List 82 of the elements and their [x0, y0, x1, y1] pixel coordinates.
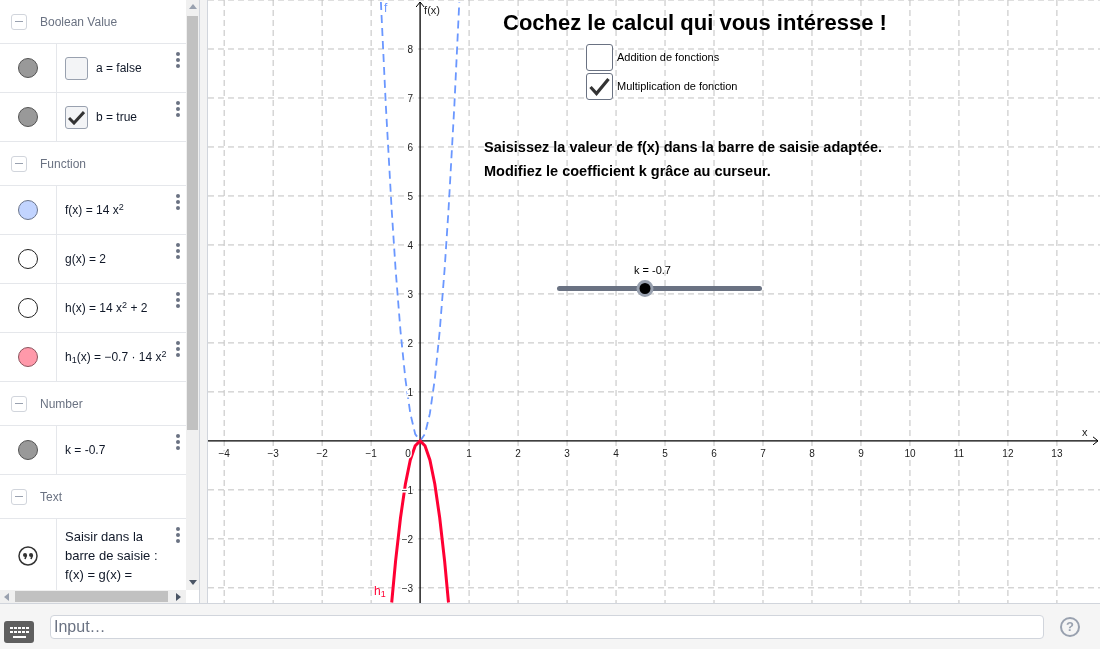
checkbox[interactable]: [65, 56, 88, 80]
section-header: Function: [40, 155, 87, 173]
checkbox[interactable]: [65, 105, 88, 129]
curve-label: h$_{1}$: [374, 585, 386, 597]
origin-label: 0: [405, 447, 411, 459]
collapse-toggle[interactable]: [11, 155, 27, 172]
slider-label: k = -0.7: [634, 263, 671, 278]
instruction-text: Modifiez le coefficient k grâce au curseur.: [484, 162, 771, 181]
curve-label: f: [384, 2, 388, 14]
tick-label: −4: [218, 447, 230, 459]
boolean-value: a = false: [96, 60, 142, 77]
scrollbar-thumb[interactable]: [15, 591, 168, 602]
tick-label: 9: [858, 447, 864, 459]
axis-label: f(x): [424, 4, 440, 16]
checkbox[interactable]: [586, 73, 613, 100]
heading: Cochez le calcul qui vous intéresse !: [503, 9, 887, 37]
collapse-toggle[interactable]: [11, 395, 27, 412]
collapse-toggle[interactable]: [11, 13, 27, 30]
visibility-toggle[interactable]: [18, 107, 38, 127]
text-object: Saisir dans la barre de saisie : f(x) = g(x) =: [65, 528, 159, 584]
tick-label: 12: [1002, 447, 1014, 459]
function-definition: h(x) = 14 x$^{2}$ + 2: [65, 299, 148, 317]
more-options-icon[interactable]: [176, 243, 180, 259]
more-options-icon[interactable]: [176, 527, 180, 543]
quote-icon[interactable]: [18, 545, 38, 566]
tick-label: 4: [407, 239, 414, 251]
more-options-icon[interactable]: [176, 341, 180, 357]
tick-label: 3: [407, 288, 414, 300]
function-definition: f(x) = 14 x$^{2}$: [65, 201, 124, 219]
tick-label: −1: [365, 447, 377, 459]
tick-label: −3: [401, 582, 414, 594]
tick-label: 6: [407, 141, 414, 153]
scrollbar-thumb[interactable]: [187, 16, 198, 430]
visibility-toggle[interactable]: [18, 58, 38, 78]
more-options-icon[interactable]: [176, 434, 180, 450]
tick-label: −2: [316, 447, 328, 459]
keyboard-icon[interactable]: [4, 620, 34, 643]
tick-label: 8: [809, 447, 815, 459]
tick-label: −3: [267, 447, 279, 459]
checkbox-label: Addition de fonctions: [617, 50, 720, 66]
tick-label: 7: [760, 447, 766, 459]
function-definition: h$_{1}$(x) = −0.7 · 14 x$^{2}$: [65, 348, 167, 366]
tick-label: 7: [407, 92, 414, 104]
help-button[interactable]: ?: [1060, 616, 1080, 637]
tick-label: 6: [711, 447, 717, 459]
tick-label: 2: [407, 337, 414, 349]
section-header: Number: [40, 395, 83, 413]
tick-label: 8: [407, 44, 414, 55]
section-header: Boolean Value: [40, 13, 118, 31]
visibility-toggle[interactable]: [18, 200, 38, 220]
tick-label: 4: [613, 447, 619, 459]
number-value: k = -0.7: [65, 442, 106, 459]
input-field[interactable]: Input…: [50, 614, 1044, 639]
checkbox-label: Multiplication de fonction: [617, 79, 738, 95]
checkbox[interactable]: [586, 44, 613, 71]
visibility-toggle[interactable]: [18, 440, 38, 460]
tick-label: 5: [407, 190, 414, 202]
collapse-toggle[interactable]: [11, 488, 27, 505]
horizontal-scrollbar[interactable]: [0, 590, 186, 603]
tick-label: 10: [904, 447, 916, 459]
visibility-toggle[interactable]: [18, 298, 38, 318]
boolean-value: b = true: [96, 109, 138, 126]
section-header: Text: [40, 488, 62, 506]
axis-label: x: [1082, 425, 1088, 438]
visibility-toggle[interactable]: [18, 347, 38, 367]
instruction-text: Saisissez la valeur de f(x) dans la barre de saisie adaptée.: [484, 138, 883, 157]
more-options-icon[interactable]: [176, 101, 180, 117]
visibility-toggle[interactable]: [18, 249, 38, 269]
tick-label: 13: [1051, 447, 1063, 459]
function-definition: g(x) = 2: [65, 251, 106, 268]
more-options-icon[interactable]: [176, 194, 180, 210]
tick-label: 1: [466, 447, 472, 459]
tick-label: 11: [953, 447, 965, 459]
tick-label: 1: [407, 386, 414, 398]
tick-label: −2: [401, 533, 414, 545]
more-options-icon[interactable]: [176, 292, 180, 308]
tick-label: 2: [515, 447, 521, 459]
tick-label: 5: [662, 447, 668, 459]
slider-thumb[interactable]: [636, 280, 654, 297]
tick-label: 3: [564, 447, 570, 459]
more-options-icon[interactable]: [176, 52, 180, 68]
vertical-scrollbar[interactable]: [186, 0, 199, 590]
